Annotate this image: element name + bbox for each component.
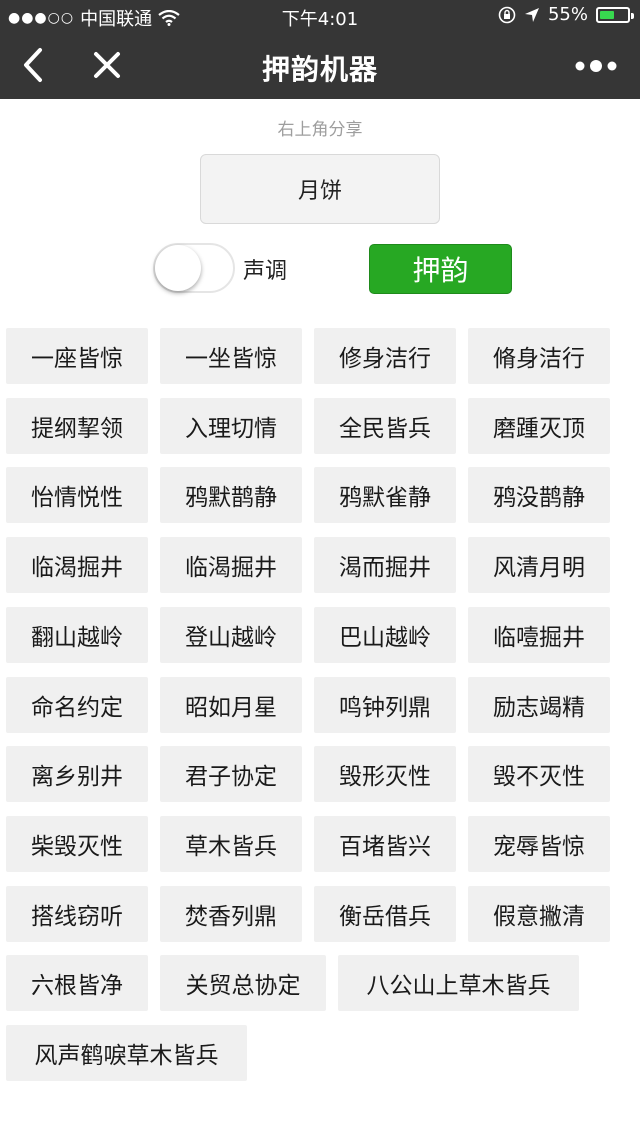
result-chip[interactable]: 昭如月星	[160, 676, 302, 733]
result-chip[interactable]: 临噎掘井	[468, 606, 610, 663]
result-chip[interactable]: 君子协定	[160, 746, 302, 803]
result-chip[interactable]: 巴山越岭	[314, 606, 456, 663]
result-chip[interactable]: 一坐皆惊	[160, 328, 302, 384]
result-chip[interactable]: 临渴掘井	[160, 537, 302, 594]
result-chip[interactable]: 毁不灭性	[468, 746, 610, 803]
result-chip[interactable]: 搭线窃听	[6, 885, 148, 942]
header: ●●●○○ 中国联通 下午4:01 55% 押韵机器	[0, 0, 640, 99]
result-chip[interactable]: 命名约定	[6, 676, 148, 733]
result-chip[interactable]: 翻山越岭	[6, 606, 148, 663]
result-chip[interactable]: 百堵皆兴	[314, 815, 456, 872]
result-chip[interactable]: 提纲挈领	[6, 397, 148, 454]
page-title: 押韵机器	[261, 53, 378, 86]
status-bar: ●●●○○ 中国联通 下午4:01 55%	[0, 0, 640, 32]
result-chip[interactable]: 一座皆惊	[6, 328, 148, 384]
result-chip[interactable]: 鸦默雀静	[314, 467, 456, 524]
result-chip[interactable]: 六根皆净	[6, 955, 148, 1012]
tone-toggle[interactable]	[153, 243, 235, 293]
result-chip[interactable]: 风清月明	[468, 537, 610, 594]
result-chip[interactable]: 假意撇清	[468, 885, 610, 942]
more-icon[interactable]	[574, 56, 618, 76]
result-chip[interactable]: 渴而掘井	[314, 537, 456, 594]
result-chip[interactable]: 脩身洁行	[468, 328, 610, 384]
result-chip[interactable]: 离乡别井	[6, 746, 148, 803]
result-chip[interactable]: 关贸总协定	[160, 955, 326, 1012]
result-chip[interactable]: 风声鹤唳草木皆兵	[6, 1025, 247, 1081]
result-chip[interactable]: 八公山上草木皆兵	[338, 955, 579, 1012]
battery-icon	[596, 6, 634, 23]
orientation-lock-icon	[498, 6, 516, 23]
result-chip[interactable]: 修身洁行	[314, 328, 456, 384]
rhyme-button[interactable]: 押韵	[369, 244, 512, 294]
result-chip[interactable]: 全民皆兵	[314, 397, 456, 454]
result-chip[interactable]: 怡情悦性	[6, 467, 148, 524]
result-chip[interactable]: 毁形灭性	[314, 746, 456, 803]
result-chip[interactable]: 草木皆兵	[160, 815, 302, 872]
location-icon	[524, 7, 539, 22]
result-chip[interactable]: 临渴掘井	[6, 537, 148, 594]
result-chip[interactable]: 鸦默鹊静	[160, 467, 302, 524]
share-hint: 右上角分享	[277, 120, 363, 140]
nav-bar: 押韵机器	[0, 32, 640, 99]
result-chip[interactable]: 鸣钟列鼎	[314, 676, 456, 733]
battery-fill	[600, 10, 615, 19]
result-chip[interactable]: 鸦没鹊静	[468, 467, 610, 524]
result-chip[interactable]: 焚香列鼎	[160, 885, 302, 942]
result-chip[interactable]: 励志竭精	[468, 676, 610, 733]
toggle-knob	[155, 245, 201, 291]
result-chip[interactable]: 柴毁灭性	[6, 815, 148, 872]
result-chip[interactable]: 宠辱皆惊	[468, 815, 610, 872]
result-chip[interactable]: 登山越岭	[160, 606, 302, 663]
tone-label: 声调	[243, 259, 288, 284]
result-chip[interactable]: 入理切情	[160, 397, 302, 454]
word-input[interactable]: 月饼	[200, 154, 440, 224]
result-chip[interactable]: 磨踵灭顶	[468, 397, 610, 454]
result-chip[interactable]: 衡岳借兵	[314, 885, 456, 942]
battery-percent: 55%	[547, 4, 588, 25]
